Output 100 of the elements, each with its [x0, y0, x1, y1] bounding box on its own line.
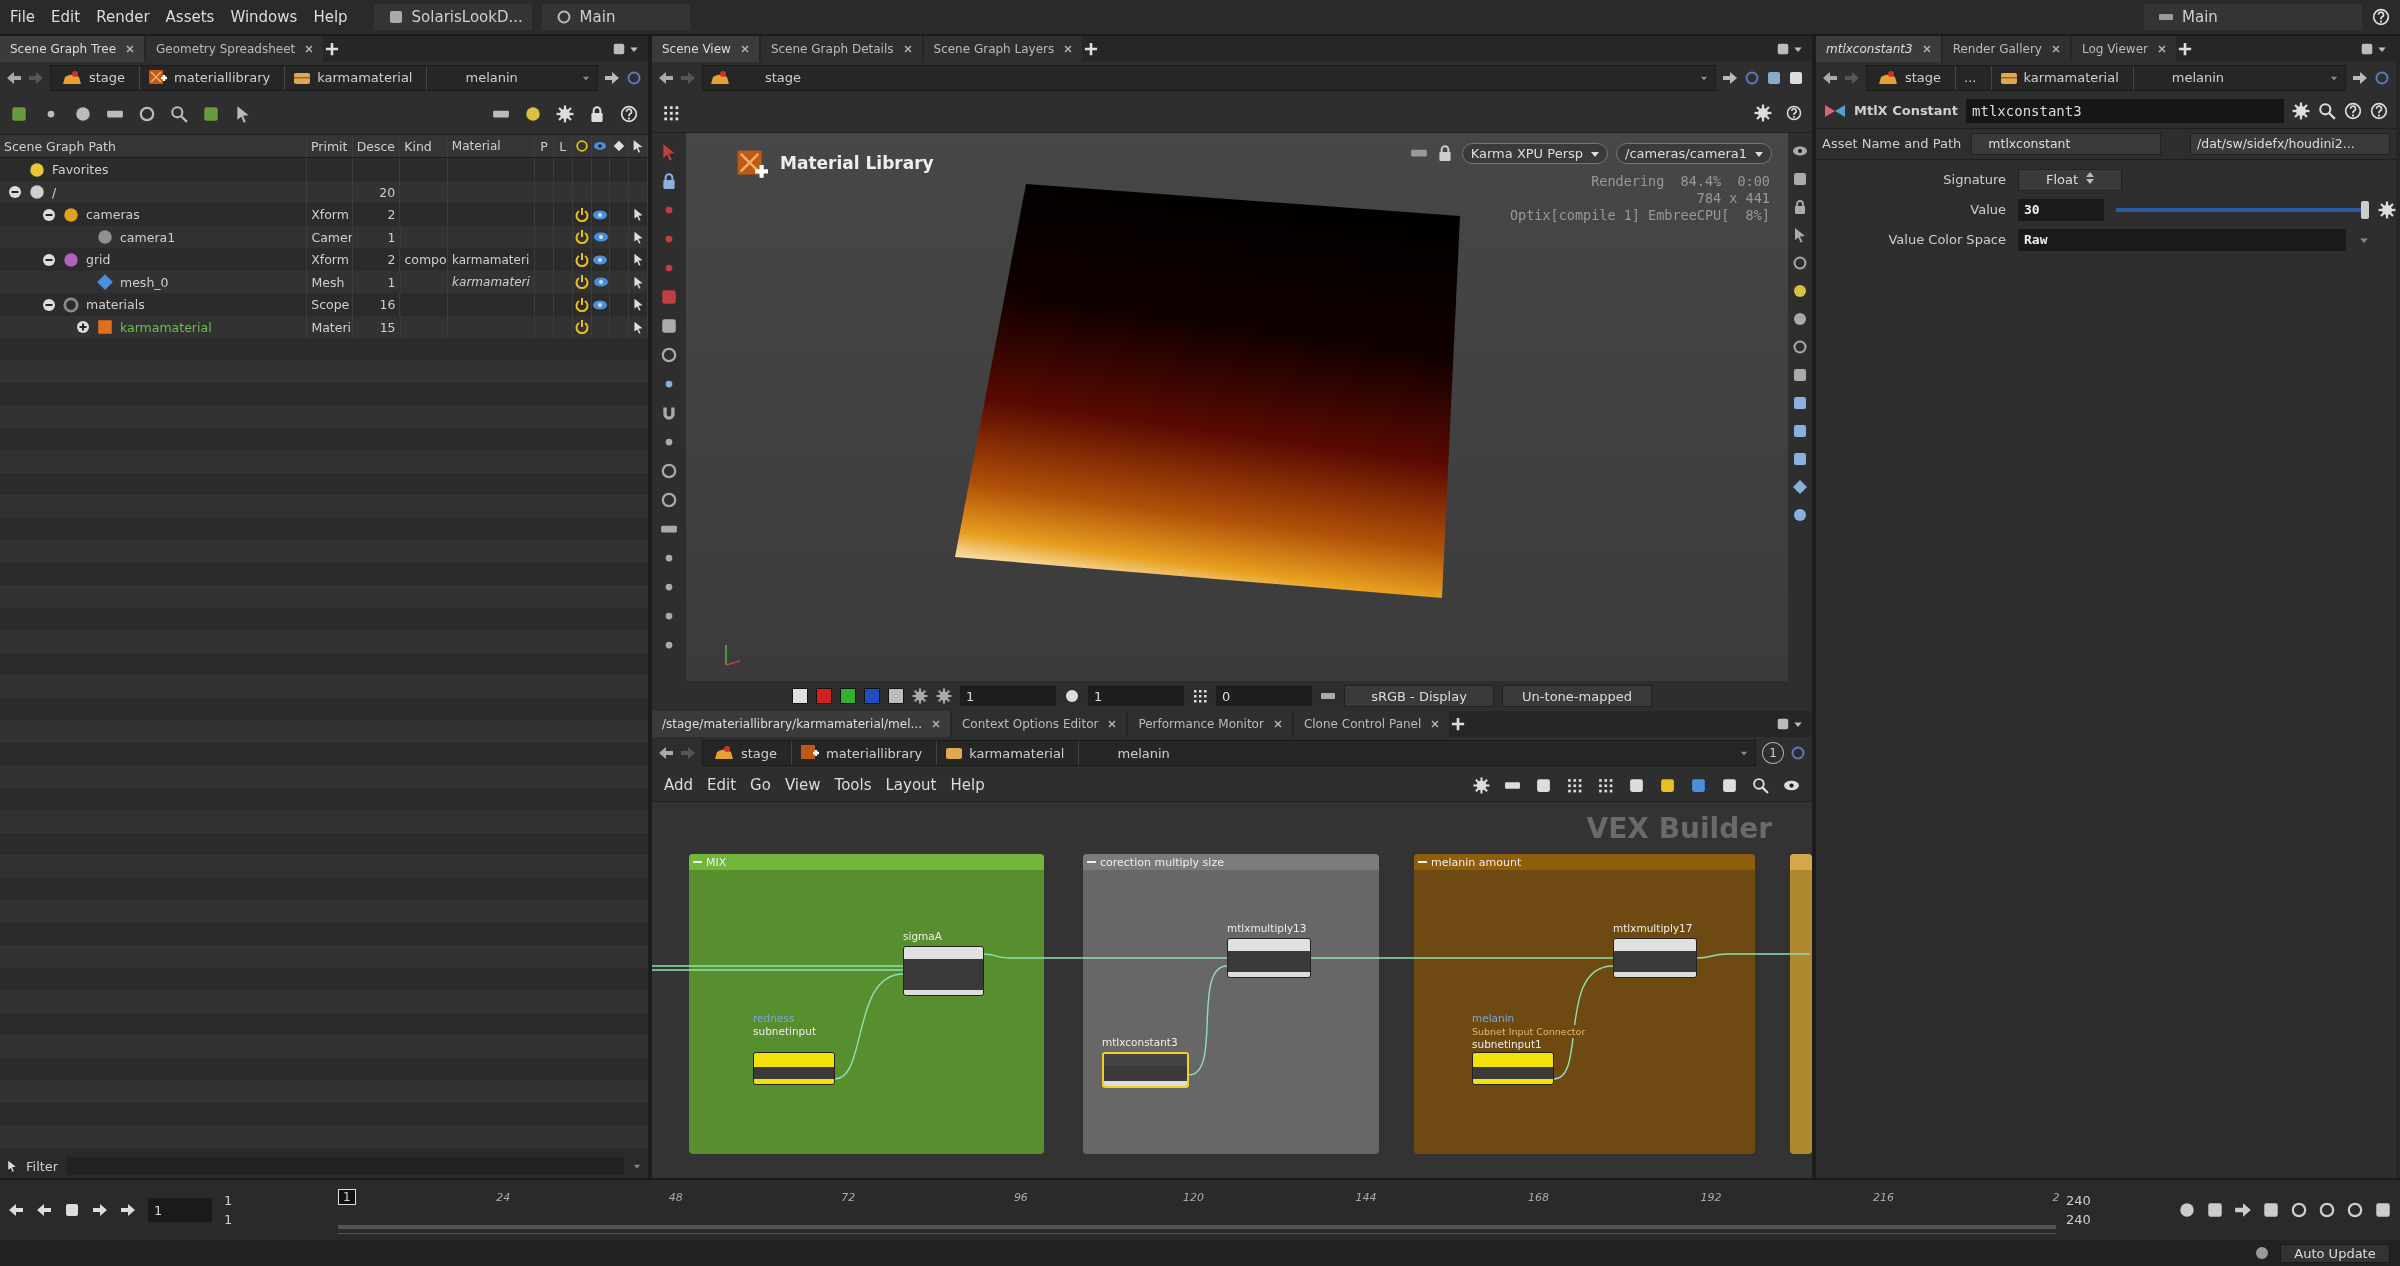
- channel-swatch[interactable]: [864, 688, 880, 705]
- settings-icon[interactable]: [1754, 103, 1772, 122]
- tool-icon[interactable]: [1535, 776, 1552, 794]
- tree-item[interactable]: grid: [86, 252, 111, 268]
- lock-icon[interactable]: [660, 171, 678, 190]
- menu-item[interactable]: Render: [96, 7, 150, 26]
- column-header[interactable]: Kind: [400, 134, 448, 158]
- column-header[interactable]: Material: [447, 134, 536, 158]
- timeline-tool-icon[interactable]: [2374, 1201, 2392, 1220]
- close-icon[interactable]: [2051, 44, 2060, 53]
- tree-item[interactable]: cameras: [86, 207, 140, 223]
- timeline-tool-icon[interactable]: [2290, 1201, 2308, 1220]
- grid-icon[interactable]: [662, 103, 680, 122]
- path-bar[interactable]: stage: [702, 64, 1716, 91]
- tool-icon[interactable]: [660, 316, 678, 335]
- playback-icon[interactable]: [8, 1202, 24, 1219]
- number-field[interactable]: 1: [960, 686, 1056, 707]
- path-crumb[interactable]: melanin: [2137, 65, 2239, 90]
- close-icon[interactable]: [1064, 44, 1073, 53]
- path-crumb[interactable]: stage: [57, 65, 141, 90]
- viewport-layout-selector[interactable]: Main: [541, 3, 690, 30]
- panel-tab[interactable]: Log Viewer: [2071, 35, 2176, 62]
- column-header[interactable]: Primit: [307, 134, 353, 158]
- tool-icon[interactable]: [588, 104, 606, 123]
- current-frame-marker[interactable]: 1: [338, 1188, 356, 1205]
- panel-tab[interactable]: Scene View: [652, 35, 759, 62]
- tool-icon[interactable]: [1788, 69, 1804, 86]
- back-icon[interactable]: [658, 69, 674, 86]
- panel-tab[interactable]: Context Options Editor: [951, 711, 1127, 738]
- slider-handle[interactable]: [2361, 200, 2369, 219]
- panel-tab[interactable]: Geometry Spreadsheet: [146, 35, 324, 62]
- close-icon[interactable]: [931, 720, 940, 729]
- path-crumb[interactable]: materiallibrary: [796, 741, 938, 766]
- menu-item[interactable]: Tools: [834, 776, 872, 795]
- range-end[interactable]: 240: [2066, 1193, 2106, 1209]
- tool-icon[interactable]: [524, 104, 542, 123]
- settings-icon[interactable]: [2292, 101, 2310, 120]
- asset-path-menu[interactable]: /dat/sw/sidefx/houdini2...: [2190, 132, 2390, 155]
- tool-icon[interactable]: [74, 104, 92, 123]
- menu-item[interactable]: Edit: [51, 7, 81, 26]
- network-node[interactable]: [1472, 1052, 1554, 1086]
- eye-icon[interactable]: [593, 209, 608, 220]
- eye-icon[interactable]: [593, 232, 608, 243]
- eye-icon[interactable]: [593, 254, 608, 265]
- menu-item[interactable]: Add: [664, 776, 694, 795]
- tool-icon[interactable]: [1192, 688, 1208, 705]
- cursor-icon[interactable]: [631, 275, 645, 289]
- channel-swatch[interactable]: [792, 688, 808, 705]
- tool-icon[interactable]: [1792, 478, 1808, 495]
- add-tab-icon[interactable]: [1084, 41, 1099, 56]
- close-icon[interactable]: [126, 44, 135, 53]
- target-icon[interactable]: [555, 8, 572, 25]
- eye-icon[interactable]: [593, 299, 608, 310]
- range-start[interactable]: 1: [224, 1193, 264, 1209]
- search-icon[interactable]: [1752, 776, 1769, 794]
- collapse-icon[interactable]: [42, 252, 56, 267]
- tool-icon[interactable]: [1792, 506, 1808, 523]
- menu-item[interactable]: Windows: [230, 7, 298, 26]
- close-icon[interactable]: [740, 44, 749, 53]
- settings-icon[interactable]: [2378, 200, 2396, 219]
- frame-field[interactable]: 1: [148, 1198, 212, 1223]
- playback-icon[interactable]: [92, 1202, 108, 1219]
- panel-tab[interactable]: Clone Control Panel: [1293, 711, 1450, 738]
- tree-item[interactable]: karmamaterial: [120, 319, 212, 335]
- column-header[interactable]: P: [535, 134, 554, 158]
- path-crumb[interactable]: melanin: [1083, 741, 1184, 766]
- tool-icon[interactable]: [138, 104, 156, 123]
- tree-item[interactable]: mesh_0: [120, 274, 169, 290]
- timeline-tool-icon[interactable]: [2318, 1201, 2336, 1220]
- target-icon[interactable]: [1744, 69, 1760, 86]
- playback-icon[interactable]: [120, 1202, 136, 1219]
- close-icon[interactable]: [2157, 44, 2166, 53]
- range-end[interactable]: 240: [2066, 1212, 2106, 1228]
- timeline-tool-icon[interactable]: [2206, 1201, 2224, 1220]
- close-icon[interactable]: [305, 44, 314, 53]
- tool-icon[interactable]: [1792, 310, 1808, 327]
- tree-item[interactable]: Favorites: [52, 162, 109, 178]
- update-mode-selector[interactable]: Main: [2144, 3, 2362, 30]
- channel-swatch[interactable]: [840, 688, 856, 705]
- tool-icon[interactable]: [1792, 394, 1808, 411]
- tool-icon[interactable]: [1473, 776, 1490, 794]
- network-node[interactable]: [1227, 938, 1311, 979]
- cursor-icon[interactable]: [631, 230, 645, 244]
- tool-icon[interactable]: [660, 345, 678, 364]
- tool-icon[interactable]: [1721, 776, 1738, 794]
- tool-icon[interactable]: [936, 688, 952, 705]
- tool-icon[interactable]: [1792, 282, 1808, 299]
- cursor-icon[interactable]: [631, 253, 645, 267]
- value-field[interactable]: 30: [2018, 198, 2104, 221]
- asset-name-menu[interactable]: mtlxconstant: [1971, 132, 2162, 155]
- close-icon[interactable]: [903, 44, 912, 53]
- panel-tab[interactable]: /stage/materiallibrary/karmamaterial/mel...: [652, 711, 950, 738]
- menu-item[interactable]: View: [784, 776, 821, 795]
- help-icon[interactable]: [1786, 104, 1802, 121]
- path-crumb[interactable]: melanin: [431, 65, 532, 90]
- target-icon[interactable]: [626, 69, 642, 86]
- path-crumb[interactable]: ...: [1960, 65, 1992, 90]
- column-header[interactable]: Desce: [352, 134, 401, 158]
- tree-item[interactable]: materials: [86, 297, 145, 313]
- auto-update-menu[interactable]: Auto Update: [2280, 1243, 2390, 1263]
